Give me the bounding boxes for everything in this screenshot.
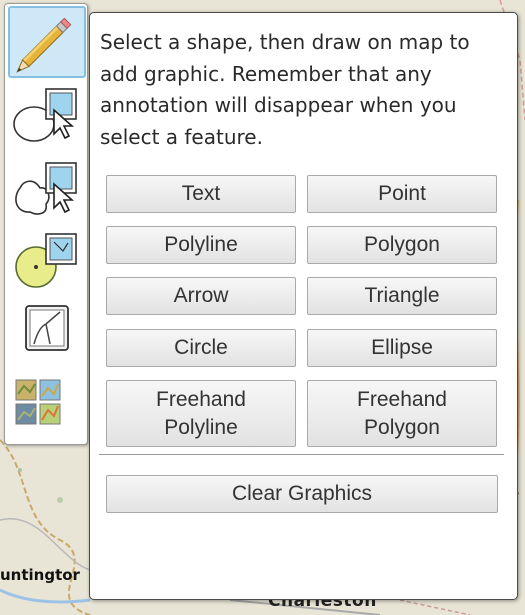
freehand-polyline-button[interactable]: Freehand Polyline — [106, 380, 296, 447]
freehand-polygon-button[interactable]: Freehand Polygon — [307, 380, 497, 447]
arrow-button[interactable]: Arrow — [106, 277, 296, 315]
select-by-freehand-button[interactable] — [8, 158, 86, 220]
basemap-gallery-icon — [15, 379, 61, 425]
draw-panel: Select a shape, then draw on map to add … — [89, 12, 518, 600]
text-button[interactable]: Text — [106, 175, 296, 213]
polyline-button[interactable]: Polyline — [106, 226, 296, 264]
clip-icon — [25, 305, 69, 351]
clip-button[interactable] — [8, 300, 86, 358]
buffer-icon — [15, 233, 77, 288]
polygon-button[interactable]: Polygon — [307, 226, 497, 264]
draw-tool-button[interactable] — [8, 6, 86, 78]
ellipse-button[interactable]: Ellipse — [307, 329, 497, 367]
map-label-huntington: untingtor — [0, 566, 80, 584]
select-by-circle-icon — [13, 88, 77, 142]
panel-divider — [99, 454, 504, 455]
select-by-shape-button[interactable] — [8, 84, 86, 146]
freehand-polyline-line2: Polyline — [164, 415, 238, 439]
freehand-polygon-line2: Polygon — [364, 415, 440, 439]
drawing-toolbar — [4, 3, 88, 445]
clear-graphics-button[interactable]: Clear Graphics — [106, 475, 498, 513]
basemap-gallery-button[interactable] — [8, 374, 86, 436]
point-button[interactable]: Point — [307, 175, 497, 213]
freehand-polygon-line1: Freehand — [357, 387, 447, 411]
triangle-button[interactable]: Triangle — [307, 277, 497, 315]
buffer-button[interactable] — [8, 229, 86, 291]
pencil-icon — [16, 17, 72, 73]
freehand-polyline-line1: Freehand — [156, 387, 246, 411]
draw-instructions: Select a shape, then draw on map to add … — [100, 30, 470, 149]
circle-button[interactable]: Circle — [106, 329, 296, 367]
select-by-freehand-icon — [15, 162, 77, 215]
